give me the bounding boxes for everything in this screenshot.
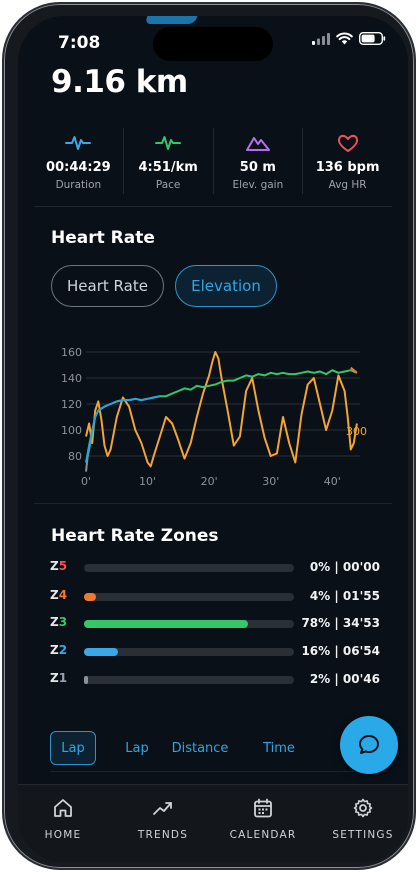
stat-value: 136 bpm xyxy=(315,160,380,175)
tabs-divider xyxy=(50,771,380,772)
stat-label: Pace xyxy=(155,179,181,191)
laps-tabs: Lap Lap Distance Time xyxy=(50,731,380,772)
chat-button[interactable] xyxy=(340,716,398,774)
mountain-icon xyxy=(245,137,270,151)
stat-label: Avg HR xyxy=(328,179,367,191)
pace-pulse-icon xyxy=(155,136,182,150)
heart-rate-toggle[interactable]: Heart Rate xyxy=(51,265,164,307)
heart-icon xyxy=(337,134,358,152)
nav-trends[interactable]: TRENDS xyxy=(118,797,208,841)
stat-avg-hr: 136 bpm Avg HR xyxy=(303,128,392,194)
zone-row-2: Z2 16% | 06'54 xyxy=(50,643,380,663)
zone-fill xyxy=(84,620,248,628)
zone-value: 0% | 00'00 xyxy=(309,560,380,574)
nav-label: SETTINGS xyxy=(332,829,394,841)
x-tick-label: 40' xyxy=(324,475,341,486)
zone-track xyxy=(84,593,294,601)
zone-label: Z3 xyxy=(50,615,68,629)
stat-duration: 00:44:29 Duration xyxy=(34,128,124,194)
zone-row-3: Z3 78% | 34'53 xyxy=(50,615,380,635)
bottom-nav: HOME TRENDS CALENDAR SETTINGS xyxy=(18,784,408,862)
zone-fill xyxy=(84,676,88,684)
zone-value: 2% | 00'46 xyxy=(309,672,380,686)
x-tick-label: 10' xyxy=(139,475,156,486)
zone-value: 4% | 01'55 xyxy=(309,589,380,603)
divider xyxy=(34,503,392,504)
nav-settings[interactable]: SETTINGS xyxy=(318,797,408,841)
nav-label: CALENDAR xyxy=(229,829,297,841)
dynamic-island xyxy=(153,27,273,61)
zone-value: 16% | 06'54 xyxy=(301,644,380,658)
gear-icon xyxy=(353,798,373,818)
tab-lap[interactable]: Lap xyxy=(120,731,154,765)
tab-lap-active[interactable]: Lap xyxy=(50,731,96,765)
stat-label: Duration xyxy=(55,179,102,191)
nav-label: HOME xyxy=(44,829,82,841)
zone-row-4: Z4 4% | 01'55 xyxy=(50,588,380,608)
tab-time[interactable]: Time xyxy=(262,731,296,765)
wifi-icon xyxy=(336,32,353,45)
zone-label: Z4 xyxy=(50,588,68,602)
nav-calendar[interactable]: CALENDAR xyxy=(218,797,308,841)
signal-icon xyxy=(312,32,330,45)
elevation-toggle[interactable]: Elevation xyxy=(175,265,277,307)
zone-label: Z5 xyxy=(50,559,68,573)
stat-value: 4:51/km xyxy=(138,160,198,175)
stat-label: Elev. gain xyxy=(232,179,284,191)
stat-value: 50 m xyxy=(239,160,276,175)
heart-rate-title: Heart Rate xyxy=(51,228,155,248)
zone-track xyxy=(84,564,294,572)
right-axis-label: 300 xyxy=(346,425,367,438)
y-tick-label: 160 xyxy=(61,346,82,359)
nav-home[interactable]: HOME xyxy=(18,797,108,841)
zone-row-1: Z1 2% | 00'46 xyxy=(50,671,380,691)
zone-value: 78% | 34'53 xyxy=(301,616,380,630)
zone-track xyxy=(84,676,294,684)
phone-frame: 7:08 9.16 km 00:44:29 Duration 4:51/km P… xyxy=(2,2,416,870)
screen: 7:08 9.16 km 00:44:29 Duration 4:51/km P… xyxy=(18,16,408,862)
elevation-line xyxy=(85,351,358,468)
stat-elevation: 50 m Elev. gain xyxy=(214,128,304,194)
heart-rate-chart: 160 140 120 100 80 0' 10' 20' 30' 40' 300 xyxy=(61,346,367,486)
trend-up-icon xyxy=(153,802,172,815)
stats-row: 00:44:29 Duration 4:51/km Pace 50 m Elev… xyxy=(34,128,392,194)
stat-pace: 4:51/km Pace xyxy=(124,128,214,194)
zone-fill xyxy=(84,593,96,601)
x-tick-label: 20' xyxy=(201,475,218,486)
calendar-icon xyxy=(254,798,272,818)
pulse-icon xyxy=(65,136,92,150)
stat-value: 00:44:29 xyxy=(46,160,111,175)
zone-track xyxy=(84,620,294,628)
zone-label: Z1 xyxy=(50,671,68,685)
x-tick-label: 30' xyxy=(262,475,279,486)
divider xyxy=(34,206,392,207)
distance-value: 9.16 km xyxy=(51,64,188,100)
status-time: 7:08 xyxy=(58,33,101,53)
battery-icon xyxy=(359,32,386,45)
home-icon xyxy=(54,799,72,817)
zones-title: Heart Rate Zones xyxy=(51,526,219,546)
zone-label: Z2 xyxy=(50,643,68,657)
chat-bubble-icon xyxy=(359,735,379,754)
y-tick-label: 140 xyxy=(61,372,82,385)
x-tick-label: 0' xyxy=(81,475,91,486)
zone-fill xyxy=(84,648,118,656)
zone-row-5: Z5 0% | 00'00 xyxy=(50,559,380,579)
tab-distance[interactable]: Distance xyxy=(170,731,230,765)
y-tick-label: 120 xyxy=(61,398,82,411)
status-bar: 7:08 xyxy=(18,16,408,66)
nav-label: TRENDS xyxy=(137,829,189,841)
zone-track xyxy=(84,648,294,656)
system-icons xyxy=(312,32,386,45)
y-tick-label: 100 xyxy=(61,424,82,437)
y-tick-label: 80 xyxy=(68,450,82,463)
